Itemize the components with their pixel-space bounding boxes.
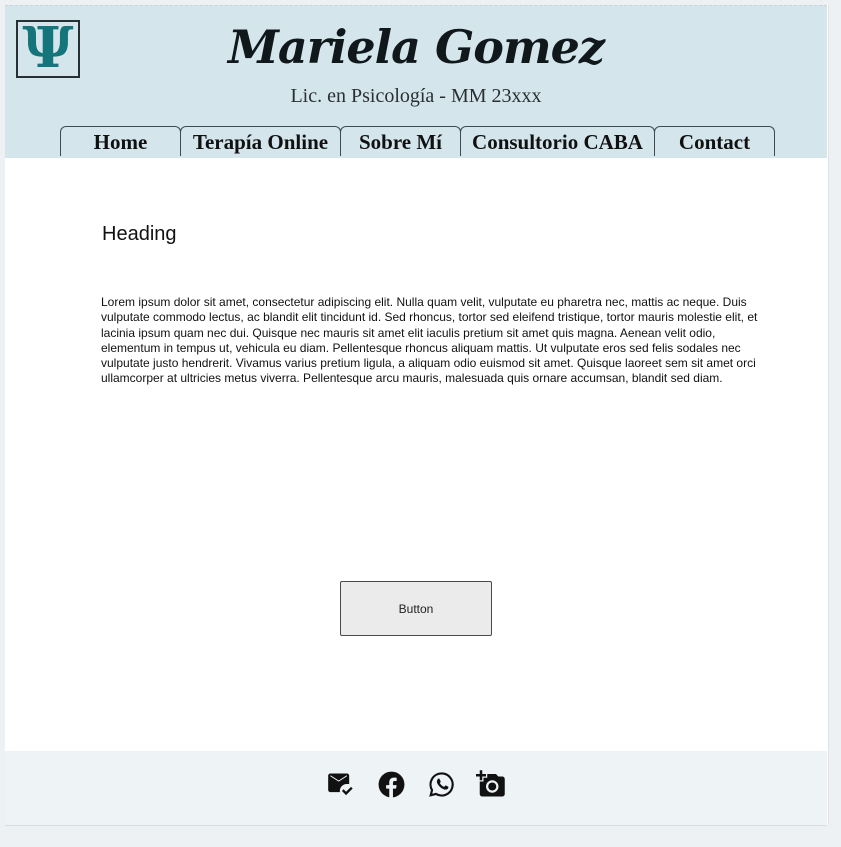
tab-home[interactable]: Home — [60, 126, 181, 156]
tab-sobre-mi[interactable]: Sobre Mí — [340, 126, 461, 156]
main-button[interactable]: Button — [340, 581, 492, 636]
tab-contact-label: Contact — [678, 130, 751, 154]
add-a-photo-icon[interactable] — [476, 769, 506, 799]
mark-email-read-icon[interactable] — [326, 769, 356, 799]
header: Ψ Mariela Gomez Lic. en Psicología - MM … — [5, 5, 827, 158]
brand-name: Mariela Gomez — [227, 20, 605, 74]
tab-consultorio-caba-label: Consultorio CABA — [472, 130, 643, 154]
page: Ψ Mariela Gomez Lic. en Psicología - MM … — [5, 5, 829, 826]
footer — [5, 751, 827, 826]
body-paragraph: Lorem ipsum dolor sit amet, consectetur … — [101, 295, 758, 386]
tab-sobre-mi-label: Sobre Mí — [358, 130, 443, 154]
tab-home-label: Home — [93, 130, 148, 154]
brand-subtitle: Lic. en Psicología - MM 23xxx — [290, 85, 542, 107]
tab-consultorio-caba[interactable]: Consultorio CABA — [460, 126, 655, 156]
nav-tabs: Home Terapía Online Sobre Mí Consultorio… — [60, 126, 775, 158]
section-heading: Heading — [102, 223, 177, 245]
tab-terapia-online-label: Terapía Online — [192, 130, 329, 154]
facebook-icon[interactable] — [376, 769, 406, 799]
tab-terapia-online[interactable]: Terapía Online — [180, 126, 341, 156]
tab-contact[interactable]: Contact — [654, 126, 775, 156]
whatsapp-icon[interactable] — [426, 769, 456, 799]
